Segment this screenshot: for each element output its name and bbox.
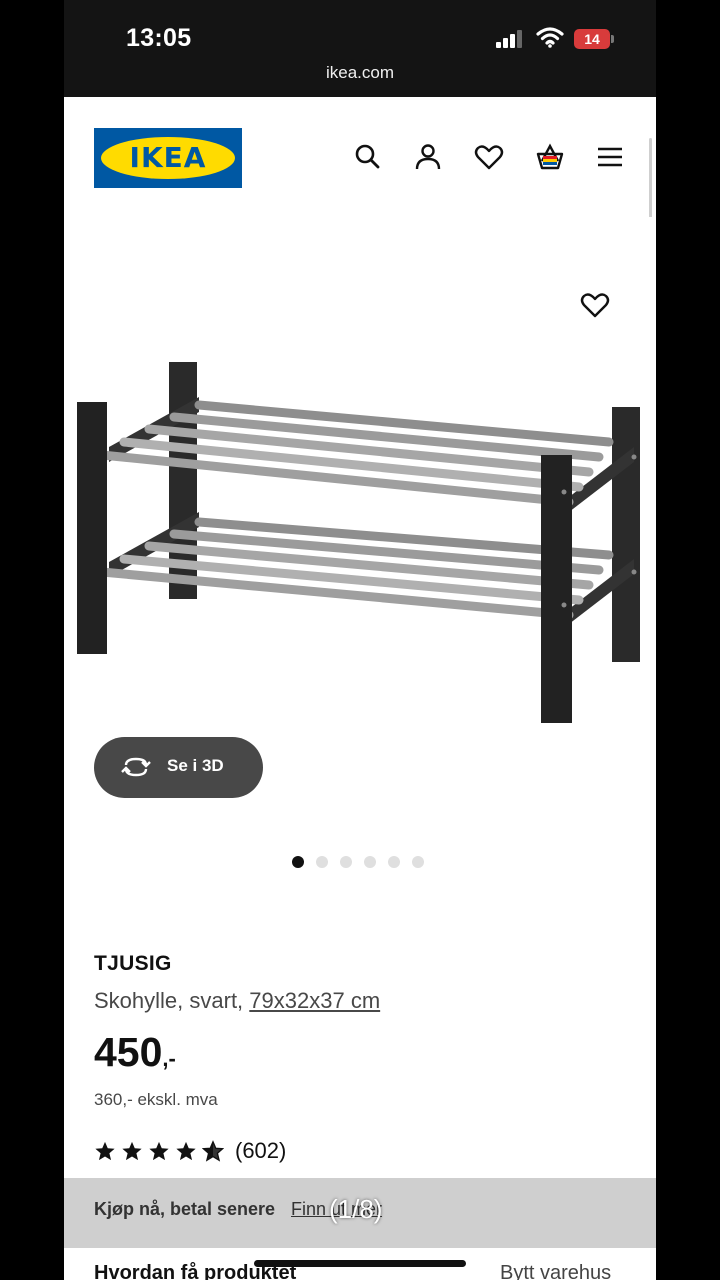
phone-screen: 13:05 14 ikea.com IKEA Se i 3D TJUSIG Sk… xyxy=(64,0,656,1280)
star-half-icon xyxy=(202,1140,224,1162)
product-price: 450,- xyxy=(94,1029,176,1076)
menu-icon[interactable] xyxy=(594,141,626,173)
search-icon[interactable] xyxy=(352,141,384,173)
cellular-signal-icon xyxy=(496,30,522,48)
change-store-link[interactable]: Bytt varehus xyxy=(500,1262,611,1280)
gallery-dot[interactable] xyxy=(364,856,376,868)
star-icon xyxy=(176,1141,196,1161)
star-icon xyxy=(122,1141,142,1161)
product-type: Skohylle, svart, xyxy=(94,988,244,1013)
gallery-dot[interactable] xyxy=(412,856,424,868)
product-info: TJUSIG Skohylle, svart, 79x32x37 cm 450,… xyxy=(94,952,634,1163)
price-value: 450 xyxy=(94,1029,163,1075)
site-header: IKEA xyxy=(64,97,656,217)
price-suffix: ,- xyxy=(162,1046,176,1071)
wifi-icon xyxy=(536,27,564,48)
view-in-3d-button[interactable]: Se i 3D xyxy=(94,737,263,798)
product-name: TJUSIG xyxy=(94,952,172,975)
product-description: Skohylle, svart, 79x32x37 cm xyxy=(94,988,380,1014)
status-time: 13:05 xyxy=(126,24,192,52)
gallery-dot[interactable] xyxy=(292,856,304,868)
favorite-heart-icon[interactable] xyxy=(579,289,611,321)
pay-later-banner: Kjøp nå, betal senere Finn ut mer (1/8) xyxy=(64,1178,656,1248)
gallery-dot[interactable] xyxy=(316,856,328,868)
star-icon xyxy=(149,1141,169,1161)
product-size-link[interactable]: 79x32x37 cm xyxy=(249,988,380,1013)
user-icon[interactable] xyxy=(412,141,444,173)
status-bar: 13:05 14 ikea.com xyxy=(64,0,656,97)
price-ex-vat: 360,- ekskl. mva xyxy=(94,1090,218,1109)
home-indicator[interactable] xyxy=(254,1260,466,1267)
heart-icon[interactable] xyxy=(473,141,505,173)
logo-text: IKEA xyxy=(129,141,207,174)
product-image[interactable] xyxy=(74,347,649,727)
gallery-pagination xyxy=(292,855,436,868)
gallery-dot[interactable] xyxy=(388,856,400,868)
ikea-logo[interactable]: IKEA xyxy=(94,128,242,188)
view-in-3d-label: Se i 3D xyxy=(167,756,224,775)
battery-indicator: 14 xyxy=(574,29,614,49)
browser-url[interactable]: ikea.com xyxy=(64,63,656,83)
gallery-dot[interactable] xyxy=(340,856,352,868)
product-rating[interactable]: (602) xyxy=(94,1138,286,1164)
image-counter: (1/8) xyxy=(329,1194,383,1224)
pay-later-text: Kjøp nå, betal senere xyxy=(94,1199,276,1219)
shopping-bag-icon[interactable] xyxy=(534,141,566,173)
rating-count: (602) xyxy=(235,1138,287,1163)
product-gallery: Se i 3D xyxy=(64,217,656,907)
rotate-3d-icon xyxy=(121,757,151,777)
star-icon xyxy=(95,1141,115,1161)
